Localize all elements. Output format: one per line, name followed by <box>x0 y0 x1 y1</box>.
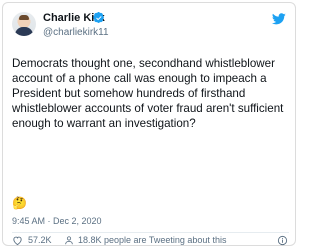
tweet-timestamp[interactable]: 9:45 AM · Dec 2, 2020 <box>12 216 102 227</box>
like-count[interactable]: 57.2K <box>28 235 52 246</box>
verified-badge-icon <box>93 12 104 24</box>
tweeting-count[interactable]: 18.8K people are Tweeting about this <box>78 235 226 246</box>
avatar[interactable] <box>12 12 36 36</box>
thinking-emoji: 🤔 <box>12 196 27 210</box>
person-icon <box>65 236 73 245</box>
tweet-card: Charlie Kirk @charliekirk11 Democrats th… <box>2 2 296 246</box>
twitter-bird-icon[interactable] <box>272 13 286 25</box>
avatar-suit <box>15 27 33 36</box>
tweet-actions: 57.2K 18.8K people are Tweeting about th… <box>12 235 292 246</box>
author-handle[interactable]: @charliekirk11 <box>43 27 109 39</box>
divider <box>12 232 289 233</box>
tweet-text: Democrats thought one, secondhand whistl… <box>12 57 284 130</box>
info-icon[interactable] <box>277 235 288 246</box>
heart-icon[interactable] <box>12 235 23 246</box>
avatar-hair <box>19 15 29 20</box>
